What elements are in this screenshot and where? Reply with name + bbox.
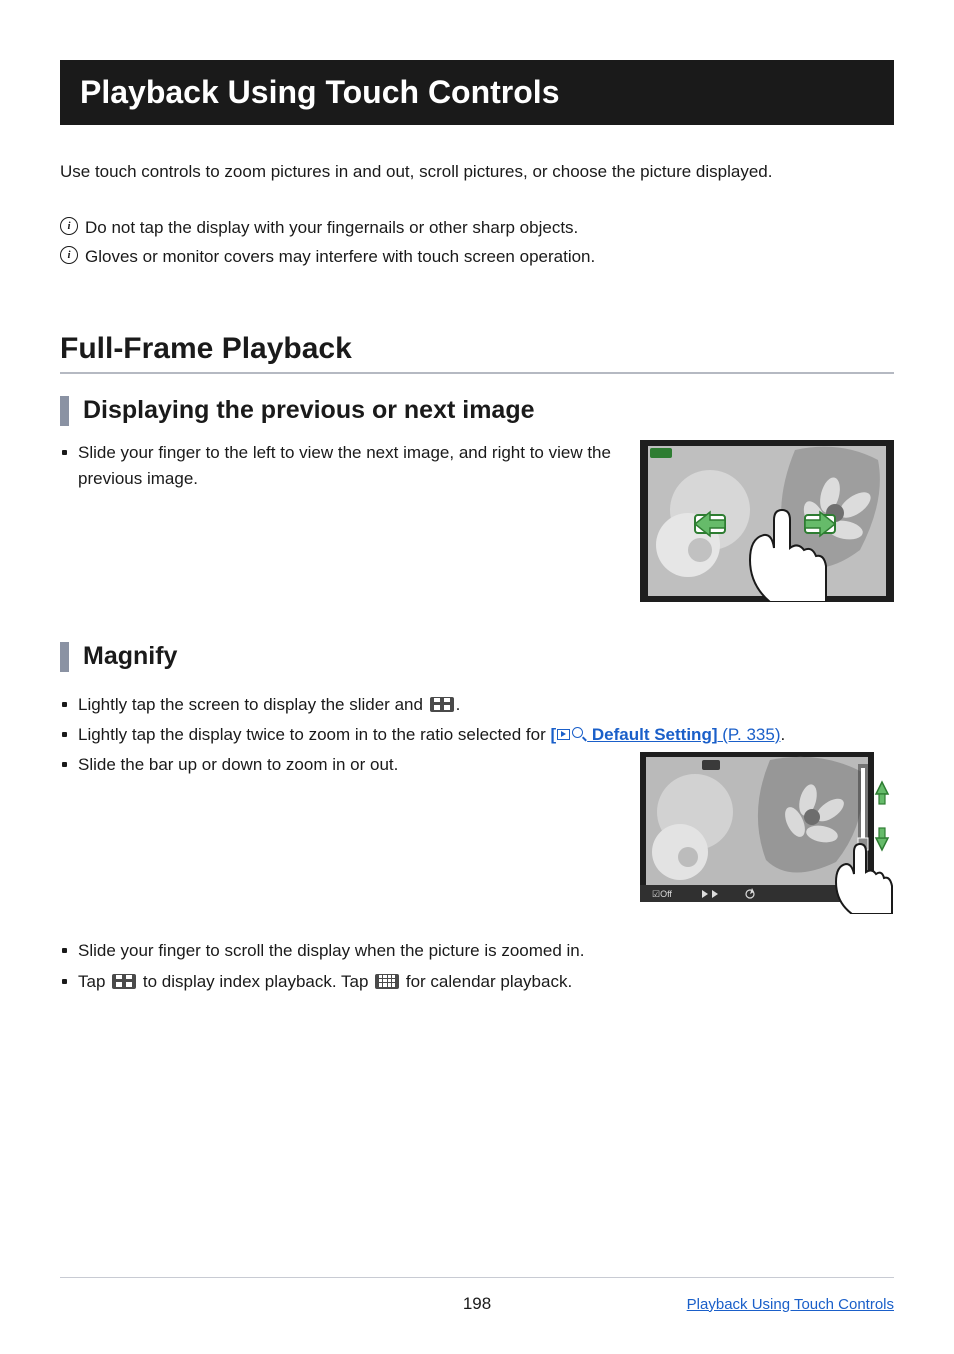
caution-icon: i: [60, 246, 78, 264]
bullet-list: Slide your finger to scroll the display …: [60, 938, 894, 995]
bullet-list: Lightly tap the screen to display the sl…: [60, 692, 894, 749]
bullet-item: Slide your finger to scroll the display …: [60, 938, 894, 964]
caution-item: i Do not tap the display with your finge…: [60, 215, 894, 241]
caution-text: Gloves or monitor covers may interfere w…: [85, 244, 595, 270]
link-bracket: [: [550, 725, 556, 744]
bullet-text: .: [781, 725, 786, 744]
subsection-heading-row: Displaying the previous or next image: [60, 396, 894, 426]
bullet-item: Tap to display index playback. Tap for c…: [60, 969, 894, 995]
playback-swipe-illustration: [640, 440, 894, 602]
svg-text:☑Off: ☑Off: [652, 889, 672, 899]
page-title: Playback Using Touch Controls: [80, 74, 559, 110]
caution-icon: i: [60, 217, 78, 235]
index-grid-icon: [112, 974, 136, 989]
caution-block: i Do not tap the display with your finge…: [60, 215, 894, 270]
bullet-item: Lightly tap the display twice to zoom in…: [60, 722, 894, 748]
caution-text: Do not tap the display with your fingern…: [85, 215, 578, 241]
bullet-text: Lightly tap the screen to display the sl…: [78, 695, 428, 714]
link-label: Default Setting]: [587, 725, 717, 744]
heading-accent-bar: [60, 642, 69, 672]
content-row: Slide your finger to the left to view th…: [60, 440, 894, 602]
subsection-heading-row: Magnify: [60, 642, 894, 672]
heading-accent-bar: [60, 396, 69, 426]
bullet-item: Slide your finger to the left to view th…: [60, 440, 622, 493]
link-page-ref: (P. 335): [718, 725, 781, 744]
bullet-text: to display index playback. Tap: [138, 972, 373, 991]
footer-section-link[interactable]: Playback Using Touch Controls: [687, 1296, 894, 1313]
bullet-list: Slide the bar up or down to zoom in or o…: [60, 752, 622, 778]
page: Playback Using Touch Controls Use touch …: [0, 0, 954, 1354]
index-grid-icon: [430, 697, 454, 712]
default-setting-link[interactable]: [ Default Setting] (P. 335): [550, 725, 780, 744]
bullet-text: .: [456, 695, 461, 714]
bullet-text: for calendar playback.: [401, 972, 572, 991]
bullet-text: Tap: [78, 972, 110, 991]
calendar-grid-icon: [375, 974, 399, 989]
page-title-bar: Playback Using Touch Controls: [60, 60, 894, 125]
bullet-text: Lightly tap the display twice to zoom in…: [78, 725, 550, 744]
section-heading: Full-Frame Playback: [60, 332, 894, 374]
content-text: Slide your finger to the left to view th…: [60, 440, 640, 602]
content-text: Slide the bar up or down to zoom in or o…: [60, 752, 640, 914]
bullet-item: Lightly tap the screen to display the sl…: [60, 692, 894, 718]
subsection-heading: Displaying the previous or next image: [83, 396, 535, 425]
magnify-content: Lightly tap the screen to display the sl…: [60, 692, 894, 995]
bullet-list: Slide your finger to the left to view th…: [60, 440, 622, 493]
intro-paragraph: Use touch controls to zoom pictures in a…: [60, 159, 894, 185]
page-number: 198: [463, 1294, 491, 1314]
playback-icon: [557, 729, 570, 740]
subsection-heading: Magnify: [83, 642, 177, 671]
magnify-icon: [572, 727, 586, 741]
bullet-item: Slide the bar up or down to zoom in or o…: [60, 752, 622, 778]
content-row: Slide the bar up or down to zoom in or o…: [60, 752, 894, 914]
magnify-slider-illustration: ☑Off: [640, 752, 894, 914]
page-footer: 198 Playback Using Touch Controls: [60, 1277, 894, 1304]
caution-item: i Gloves or monitor covers may interfere…: [60, 244, 894, 270]
